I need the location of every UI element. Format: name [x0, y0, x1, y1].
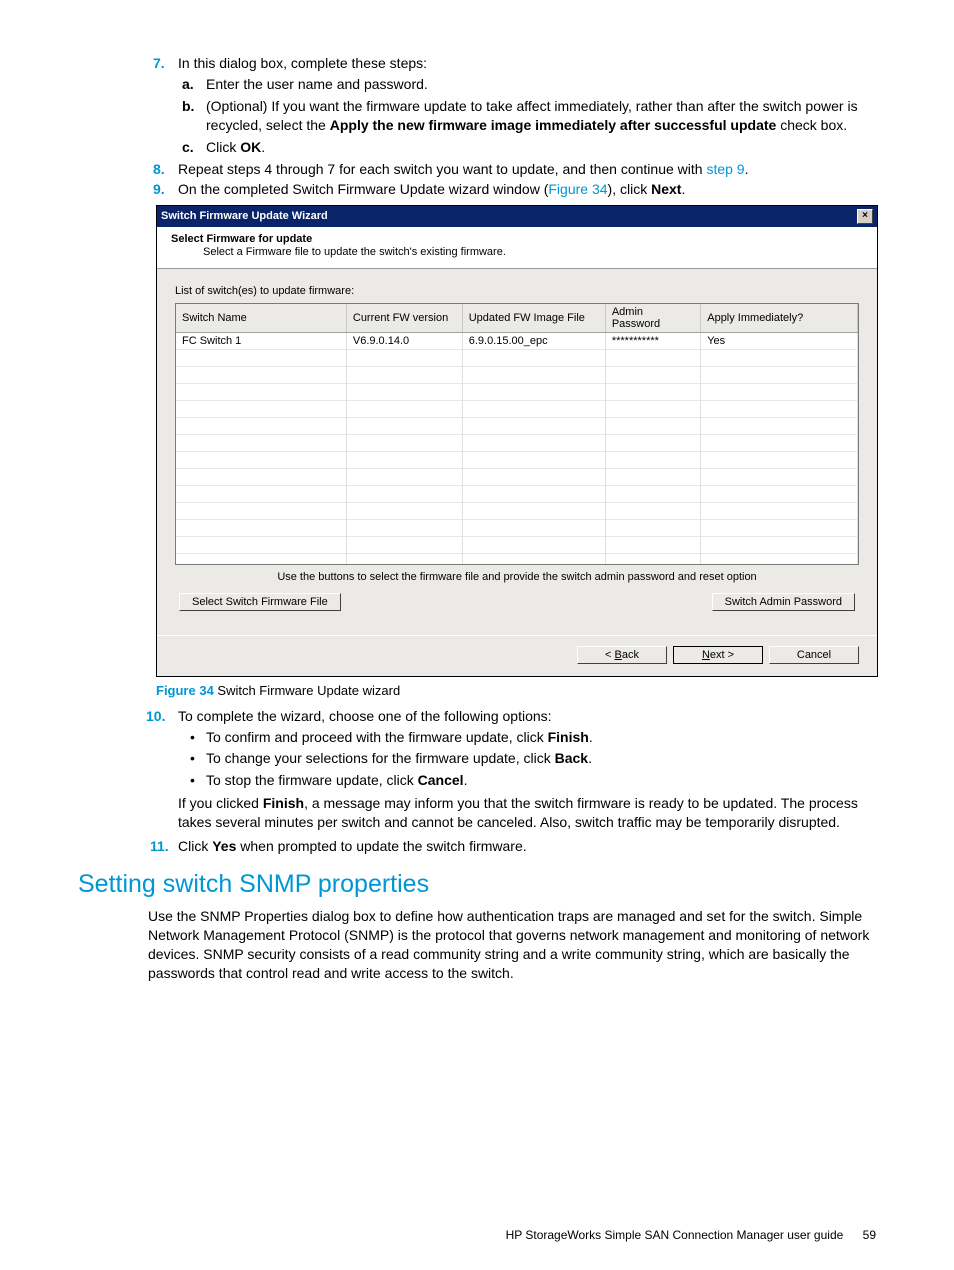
step-8-number: 8. [153, 161, 165, 177]
step-7b-post: check box. [776, 117, 847, 133]
step-7a-text: Enter the user name and password. [206, 76, 428, 92]
step-7b-letter: b. [182, 97, 194, 116]
table-row [176, 519, 858, 536]
section-paragraph: Use the SNMP Properties dialog box to de… [148, 907, 876, 983]
switch-grid[interactable]: Switch Name Current FW version Updated F… [175, 303, 859, 565]
step-7c-pre: Click [206, 139, 240, 155]
wizard-subheading: Select a Firmware file to update the swi… [171, 245, 863, 258]
table-row [176, 434, 858, 451]
figure-number: Figure 34 [156, 683, 214, 698]
step-7: 7. In this dialog box, complete these st… [78, 55, 876, 157]
step-7b: b. (Optional) If you want the firmware u… [178, 97, 876, 135]
step-7a-letter: a. [182, 75, 194, 94]
wizard-heading: Select Firmware for update [171, 233, 863, 245]
table-row [176, 553, 858, 565]
bullet-cancel: To stop the firmware update, click Cance… [178, 771, 876, 790]
cell-apply-immediately: Yes [701, 332, 858, 349]
wizard-titlebar: Switch Firmware Update Wizard × [157, 206, 877, 227]
step-7c-bold: OK [240, 139, 261, 155]
step-10-number: 10. [146, 708, 165, 724]
col-updated-fw[interactable]: Updated FW Image File [462, 304, 605, 333]
col-switch-name[interactable]: Switch Name [176, 304, 346, 333]
cancel-button[interactable]: Cancel [769, 646, 859, 664]
section-heading: Setting switch SNMP properties [78, 870, 876, 899]
wizard-header: Select Firmware for update Select a Firm… [157, 227, 877, 269]
step-7a: a. Enter the user name and password. [178, 75, 876, 94]
step-9-mid: ), click [608, 181, 652, 197]
footer-text: HP StorageWorks Simple SAN Connection Ma… [506, 1228, 844, 1242]
close-icon[interactable]: × [857, 209, 873, 224]
step-9-pre: On the completed Switch Firmware Update … [178, 181, 548, 197]
bullet-back: To change your selections for the firmwa… [178, 749, 876, 768]
wizard-body: List of switch(es) to update firmware: S… [157, 269, 877, 635]
table-row [176, 451, 858, 468]
step-10: 10. To complete the wizard, choose one o… [78, 708, 876, 791]
step-8-link[interactable]: step 9 [706, 161, 744, 177]
table-row [176, 417, 858, 434]
table-row [176, 366, 858, 383]
step-7c-post: . [261, 139, 265, 155]
admin-password-button[interactable]: Switch Admin Password [712, 593, 855, 611]
back-button[interactable]: < Back [577, 646, 667, 664]
step-9-link[interactable]: Figure 34 [548, 181, 607, 197]
step-8-post: . [745, 161, 749, 177]
table-row [176, 349, 858, 366]
step-7-text: In this dialog box, complete these steps… [178, 55, 427, 71]
hint-text: Use the buttons to select the firmware f… [175, 565, 859, 593]
wizard-title-text: Switch Firmware Update Wizard [161, 210, 328, 222]
cell-current-fw: V6.9.0.14.0 [346, 332, 462, 349]
cell-admin-pw: *********** [605, 332, 700, 349]
col-admin-pw[interactable]: Admin Password [605, 304, 700, 333]
wizard-window: Switch Firmware Update Wizard × Select F… [156, 205, 878, 677]
table-row [176, 383, 858, 400]
step-11-number: 11. [150, 838, 169, 854]
cell-switch-name: FC Switch 1 [176, 332, 346, 349]
table-row [176, 502, 858, 519]
step-8: 8. Repeat steps 4 through 7 for each swi… [78, 161, 876, 177]
page-footer: HP StorageWorks Simple SAN Connection Ma… [506, 1228, 876, 1242]
step-10-after: If you clicked Finish, a message may inf… [78, 794, 876, 832]
col-apply-immediately[interactable]: Apply Immediately? [701, 304, 858, 333]
bullet-finish: To confirm and proceed with the firmware… [178, 728, 876, 747]
step-7b-bold: Apply the new firmware image immediately… [330, 117, 777, 133]
select-firmware-button[interactable]: Select Switch Firmware File [179, 593, 341, 611]
table-row[interactable]: FC Switch 1 V6.9.0.14.0 6.9.0.15.00_epc … [176, 332, 858, 349]
step-9-number: 9. [153, 181, 165, 197]
step-7c: c. Click OK. [178, 138, 876, 157]
page-number: 59 [863, 1228, 876, 1242]
step-8-pre: Repeat steps 4 through 7 for each switch… [178, 161, 706, 177]
figure-caption: Figure 34 Switch Firmware Update wizard [156, 683, 876, 698]
step-10-text: To complete the wizard, choose one of th… [178, 708, 552, 724]
figure-text: Switch Firmware Update wizard [214, 683, 400, 698]
table-row [176, 536, 858, 553]
step-11: 11. Click Yes when prompted to update th… [78, 838, 876, 854]
table-header-row: Switch Name Current FW version Updated F… [176, 304, 858, 333]
step-9-post: . [681, 181, 685, 197]
list-label: List of switch(es) to update firmware: [175, 285, 859, 297]
table-row [176, 485, 858, 502]
step-7-number: 7. [153, 55, 165, 71]
col-current-fw[interactable]: Current FW version [346, 304, 462, 333]
cell-updated-fw: 6.9.0.15.00_epc [462, 332, 605, 349]
step-7c-letter: c. [182, 138, 194, 157]
table-row [176, 400, 858, 417]
next-button[interactable]: Next > [673, 646, 763, 664]
table-row [176, 468, 858, 485]
step-9-bold: Next [651, 181, 681, 197]
step-9: 9. On the completed Switch Firmware Upda… [78, 181, 876, 197]
wizard-footer: < Back Next > Cancel [157, 635, 877, 676]
